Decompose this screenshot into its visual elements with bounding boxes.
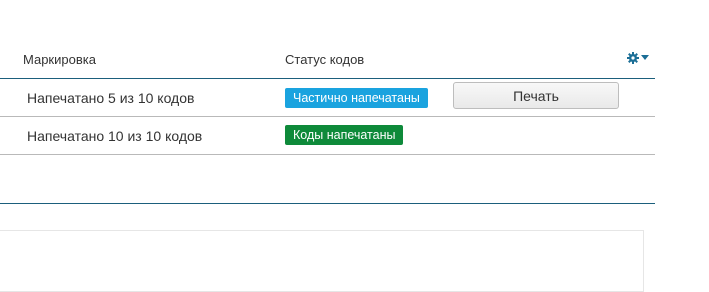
- marking-cell: Напечатано 5 из 10 кодов: [27, 90, 195, 106]
- table-row: Напечатано 10 из 10 кодов Коды напечатан…: [0, 117, 655, 155]
- column-header-marking: Маркировка: [23, 52, 96, 67]
- section-divider: [0, 203, 655, 204]
- content-panel: [0, 230, 644, 292]
- column-header-codes-status: Статус кодов: [285, 52, 365, 67]
- caret-down-icon: [641, 55, 649, 60]
- table-row: Напечатано 5 из 10 кодов Частично напеча…: [0, 79, 655, 117]
- status-badge: Частично напечатаны: [285, 88, 428, 108]
- gear-icon: [627, 52, 639, 64]
- marking-cell: Напечатано 10 из 10 кодов: [27, 128, 203, 144]
- status-badge: Коды напечатаны: [285, 125, 404, 145]
- codes-table: Маркировка Статус кодов Напечатано 5 из …: [0, 0, 655, 204]
- print-button[interactable]: Печать: [453, 82, 619, 109]
- table-settings-button[interactable]: [627, 52, 651, 66]
- table-header: Маркировка Статус кодов: [0, 46, 655, 79]
